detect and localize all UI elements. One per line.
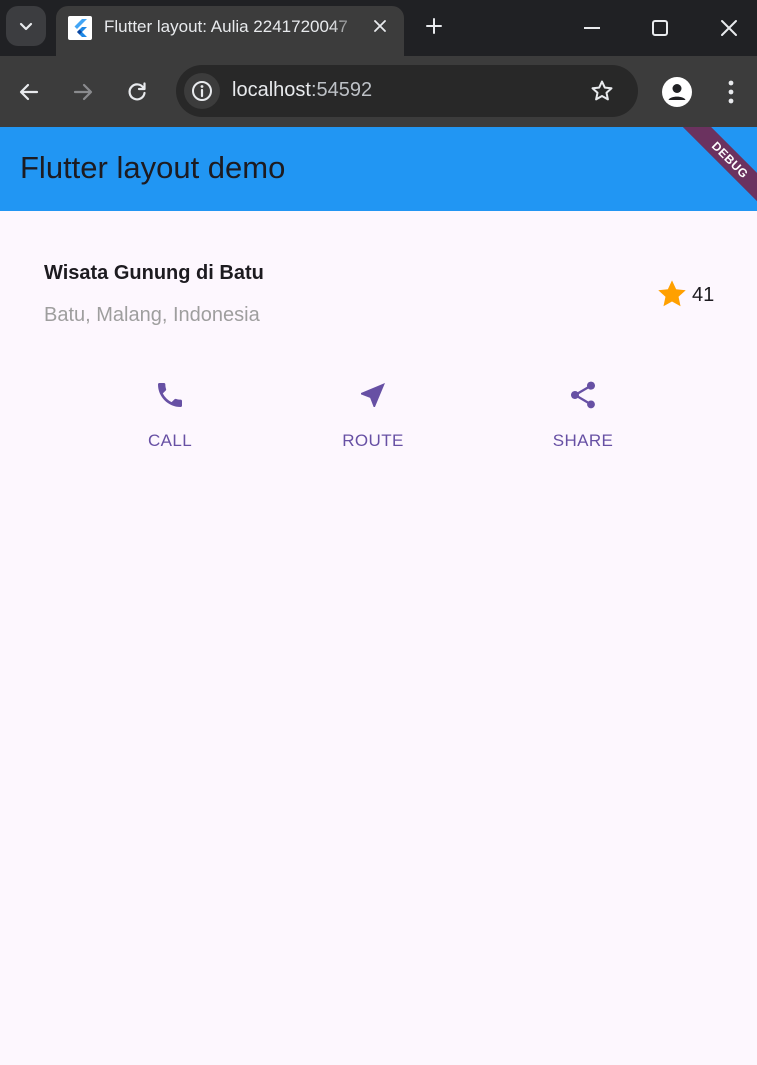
new-tab-button[interactable]	[420, 12, 448, 40]
arrow-right-icon	[73, 83, 93, 101]
browser-window: Flutter layout: Aulia 2241720047 localho…	[0, 0, 757, 1065]
close-icon	[721, 20, 737, 36]
rating-count: 41	[692, 284, 715, 306]
url-host: localhost	[232, 79, 311, 101]
url-text: localhost:54592	[232, 79, 372, 102]
chevron-down-icon	[19, 22, 33, 31]
tab-search-button[interactable]	[6, 6, 46, 46]
tab-title: Flutter layout: Aulia 2241720047	[104, 17, 348, 36]
kebab-menu-icon	[728, 80, 734, 104]
share-button[interactable]: SHARE	[513, 377, 653, 457]
plus-icon	[426, 18, 442, 34]
page-title: Flutter layout demo	[20, 150, 286, 185]
place-location: Batu, Malang, Indonesia	[44, 304, 260, 326]
bookmark-button[interactable]	[588, 77, 616, 105]
maximize-icon	[652, 20, 668, 36]
info-icon	[192, 81, 212, 101]
near-me-icon	[361, 383, 385, 407]
star-icon[interactable]	[656, 278, 688, 310]
arrow-left-icon	[19, 83, 39, 101]
route-label: ROUTE	[342, 431, 404, 450]
call-label: CALL	[147, 431, 193, 450]
back-button[interactable]	[9, 72, 49, 112]
flutter-logo-icon	[68, 16, 92, 40]
place-name: Wisata Gunung di Batu	[44, 262, 264, 284]
minimize-button[interactable]	[572, 8, 612, 48]
route-button[interactable]: ROUTE	[303, 377, 443, 457]
url-port: :54592	[310, 79, 373, 101]
app-bar: Flutter layout demo	[0, 127, 757, 211]
call-button[interactable]: CALL	[100, 377, 240, 457]
share-label: SHARE	[552, 431, 614, 450]
address-bar[interactable]: localhost:54592	[176, 65, 638, 117]
phone-icon	[158, 383, 182, 407]
browser-menu-button[interactable]	[711, 72, 751, 112]
tab-close-button[interactable]	[368, 14, 392, 38]
active-tab[interactable]: Flutter layout: Aulia 2241720047	[56, 6, 404, 56]
close-window-button[interactable]	[709, 8, 749, 48]
site-info-button[interactable]	[184, 73, 220, 109]
maximize-button[interactable]	[640, 8, 680, 48]
profile-button[interactable]	[657, 72, 697, 112]
close-icon	[374, 20, 386, 32]
browser-toolbar: localhost:54592	[0, 56, 757, 127]
minimize-icon	[584, 27, 600, 29]
reload-button[interactable]	[117, 72, 157, 112]
flutter-app: Flutter layout demo DEBUG Wisata Gunung …	[0, 127, 757, 1065]
star-outline-icon	[591, 80, 613, 101]
person-icon	[662, 77, 692, 107]
reload-icon	[128, 82, 146, 101]
share-icon	[571, 381, 595, 409]
forward-button[interactable]	[63, 72, 103, 112]
tab-strip: Flutter layout: Aulia 2241720047	[0, 0, 757, 56]
